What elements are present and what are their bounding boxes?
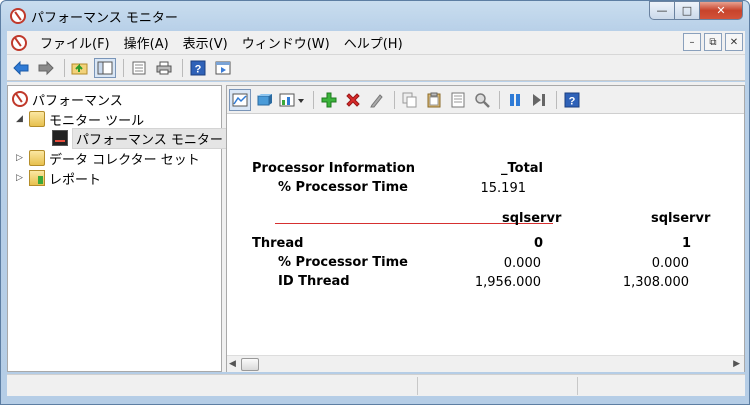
performance-icon[interactable] bbox=[11, 34, 27, 51]
update-data-icon[interactable] bbox=[528, 89, 550, 111]
status-segment bbox=[417, 377, 577, 395]
performance-icon bbox=[10, 8, 26, 24]
forward-icon[interactable] bbox=[35, 58, 57, 78]
monitor-toolbar: ? bbox=[227, 86, 744, 114]
counter-value: 0.000 bbox=[651, 256, 689, 271]
up-folder-icon[interactable] bbox=[69, 58, 91, 78]
scroll-left-icon[interactable]: ◀ bbox=[229, 359, 236, 369]
tree-item-reports[interactable]: ▷ レポート bbox=[16, 169, 102, 188]
mdi-restore-button[interactable]: ⧉ bbox=[704, 33, 722, 51]
properties-icon[interactable] bbox=[212, 58, 234, 78]
tree-item-performance-monitor[interactable]: パフォーマンス モニター bbox=[52, 127, 227, 149]
instance-name: _Total bbox=[501, 161, 544, 176]
mdi-minimize-button[interactable]: – bbox=[683, 33, 701, 51]
collapsed-arrow-icon[interactable]: ▷ bbox=[16, 173, 26, 183]
help-icon[interactable]: ? bbox=[561, 89, 583, 111]
tree-item-label: レポート bbox=[49, 172, 102, 188]
horizontal-scrollbar[interactable]: ◀ ▶ bbox=[227, 355, 744, 372]
add-counter-icon[interactable] bbox=[318, 89, 340, 111]
tree-item-label: パフォーマンス モニター bbox=[72, 127, 227, 149]
counter-value: 1,956.000 bbox=[474, 275, 541, 290]
folder-icon bbox=[29, 111, 45, 127]
properties-icon[interactable] bbox=[447, 89, 469, 111]
change-graph-type-icon[interactable] bbox=[253, 89, 275, 111]
monitor-pane: ? Processor Information _Total % Process… bbox=[226, 85, 745, 372]
main-window: パフォーマンス モニター — □ ✕ ファイル(F) 操作(A) 表示(V) ウ… bbox=[0, 0, 750, 405]
content-area: パフォーマンス ◢ モニター ツール パフォーマンス モニター ▷ データ コレ… bbox=[7, 82, 745, 372]
svg-text:?: ? bbox=[195, 63, 202, 75]
performance-icon bbox=[12, 91, 28, 107]
title-bar[interactable]: パフォーマンス モニター — □ ✕ bbox=[1, 1, 749, 31]
view-graph-icon[interactable] bbox=[229, 88, 251, 111]
main-toolbar: ? bbox=[7, 55, 745, 81]
monitor-icon bbox=[52, 130, 68, 146]
toolbar-separator bbox=[499, 90, 500, 109]
freeze-display-icon[interactable] bbox=[504, 89, 526, 111]
close-button[interactable]: ✕ bbox=[699, 1, 743, 20]
status-segment bbox=[577, 377, 737, 395]
menu-view[interactable]: 表示(V) bbox=[176, 33, 235, 52]
delete-counter-icon[interactable] bbox=[342, 89, 364, 111]
counter-value: 1,308.000 bbox=[622, 275, 689, 290]
counter-name: ID Thread bbox=[278, 274, 350, 289]
toolbar-separator bbox=[64, 58, 65, 77]
mdi-close-button[interactable]: ✕ bbox=[725, 33, 743, 51]
instance-index: 0 bbox=[534, 236, 544, 251]
toolbar-separator bbox=[313, 90, 314, 109]
highlight-icon[interactable] bbox=[366, 89, 388, 111]
instance-name: sqlservr bbox=[502, 211, 562, 226]
tree-item-performance[interactable]: パフォーマンス bbox=[12, 90, 123, 109]
menu-window[interactable]: ウィンドウ(W) bbox=[235, 33, 337, 52]
menu-file[interactable]: ファイル(F) bbox=[33, 33, 117, 52]
menu-bar: ファイル(F) 操作(A) 表示(V) ウィンドウ(W) ヘルプ(H) – ⧉ … bbox=[7, 31, 745, 55]
status-bar bbox=[7, 374, 745, 396]
menu-help[interactable]: ヘルプ(H) bbox=[337, 33, 410, 52]
counter-name: % Processor Time bbox=[278, 255, 408, 270]
svg-text:?: ? bbox=[569, 95, 576, 107]
tree-item-data-collector-sets[interactable]: ▷ データ コレクター セット bbox=[16, 149, 200, 168]
scrollbar-thumb[interactable] bbox=[241, 358, 259, 371]
tree-item-label: モニター ツール bbox=[49, 113, 145, 129]
back-icon[interactable] bbox=[10, 58, 32, 78]
tree-item-label: パフォーマンス bbox=[32, 93, 123, 109]
toolbar-separator bbox=[123, 58, 124, 77]
counter-name: % Processor Time bbox=[278, 180, 408, 195]
scroll-right-icon[interactable]: ▶ bbox=[733, 359, 740, 369]
window-controls: — □ ✕ bbox=[649, 1, 743, 21]
window-title: パフォーマンス モニター bbox=[31, 11, 178, 26]
instance-name: sqlservr bbox=[651, 211, 711, 226]
show-hide-tree-icon[interactable] bbox=[94, 57, 116, 78]
object-name: Processor Information bbox=[252, 161, 416, 176]
tree-item-label: データ コレクター セット bbox=[49, 152, 200, 168]
copy-properties-icon[interactable] bbox=[399, 89, 421, 111]
counter-value: 0.000 bbox=[503, 256, 541, 271]
console-tree: パフォーマンス ◢ モニター ツール パフォーマンス モニター ▷ データ コレ… bbox=[7, 85, 227, 372]
tree-item-monitor-tools[interactable]: ◢ モニター ツール bbox=[16, 110, 145, 129]
collapsed-arrow-icon[interactable]: ▷ bbox=[16, 153, 26, 163]
mdi-controls: – ⧉ ✕ bbox=[680, 33, 743, 51]
menu-action[interactable]: 操作(A) bbox=[117, 33, 176, 52]
toolbar-separator bbox=[556, 90, 557, 109]
report-icon bbox=[29, 170, 45, 186]
paste-counter-list-icon[interactable] bbox=[423, 89, 445, 111]
toolbar-separator bbox=[394, 90, 395, 109]
report-view: Processor Information _Total % Processor… bbox=[227, 115, 744, 355]
graph-view-dropdown-icon[interactable] bbox=[277, 89, 307, 111]
help-icon[interactable]: ? bbox=[187, 58, 209, 78]
counter-value: 15.191 bbox=[480, 181, 527, 196]
instance-index: 1 bbox=[682, 236, 692, 251]
zoom-icon[interactable] bbox=[471, 89, 493, 111]
maximize-button[interactable]: □ bbox=[674, 1, 700, 20]
toolbar-separator bbox=[182, 58, 183, 77]
minimize-button[interactable]: — bbox=[649, 1, 675, 20]
print-icon[interactable] bbox=[153, 58, 175, 78]
export-list-icon[interactable] bbox=[128, 58, 150, 78]
expanded-arrow-icon[interactable]: ◢ bbox=[16, 114, 26, 124]
folder-icon bbox=[29, 150, 45, 166]
object-name: Thread bbox=[252, 236, 304, 251]
